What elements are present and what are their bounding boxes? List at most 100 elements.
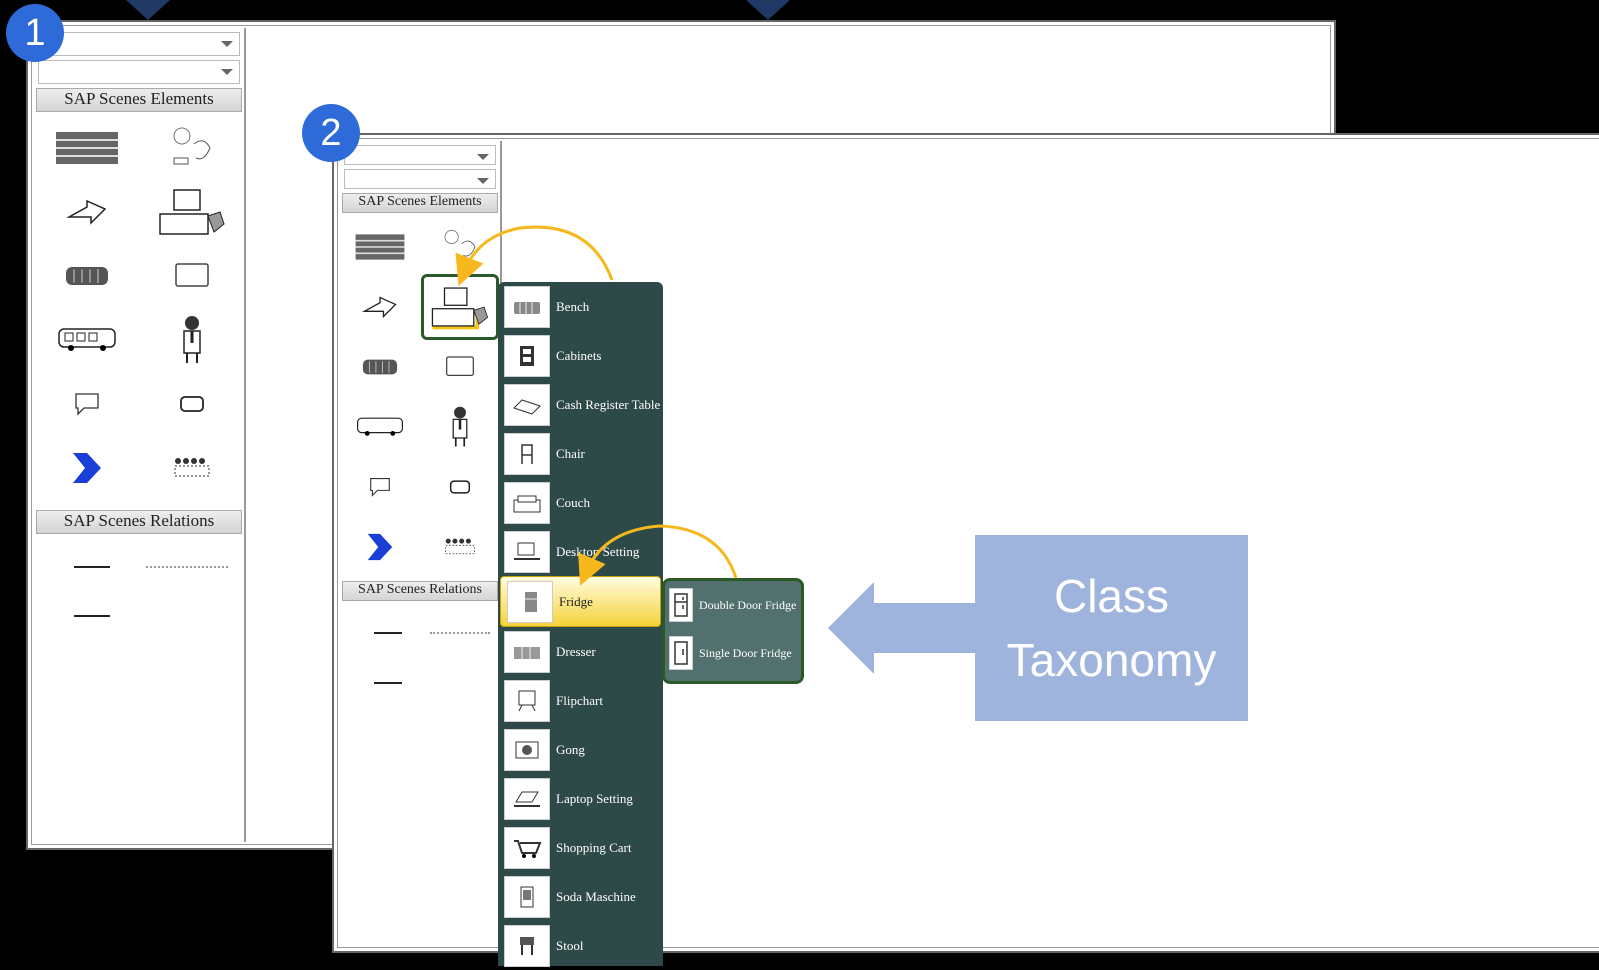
menu-item-soda-maschine[interactable]: Soda Maschine <box>498 872 663 921</box>
screen-icon <box>174 263 209 287</box>
laptop-icon <box>514 791 540 807</box>
menu-item-icon-frame <box>504 875 550 918</box>
relation-row-4[interactable] <box>340 661 500 705</box>
group-element-2[interactable] <box>420 517 500 577</box>
speech-bubble-icon <box>74 393 99 416</box>
dotted-relation-line[interactable] <box>430 632 490 634</box>
bus-element-2[interactable] <box>340 397 420 457</box>
bus-element[interactable] <box>34 308 139 372</box>
menu-item-flipchart[interactable]: Flipchart <box>498 676 663 725</box>
solid-relation-line-2[interactable] <box>374 682 402 684</box>
step-chevron-element[interactable] <box>34 436 139 500</box>
palette-select-2[interactable] <box>38 60 240 84</box>
top-marker-left <box>126 0 170 20</box>
solid-relation-line[interactable] <box>374 632 402 634</box>
relation-row-2[interactable] <box>34 596 244 636</box>
screen-element[interactable] <box>139 244 244 308</box>
menu-item-chair[interactable]: Chair <box>498 429 663 478</box>
solid-relation-line-2[interactable] <box>74 615 110 617</box>
palette-select-1[interactable] <box>38 32 240 56</box>
scene-sketch-element-2[interactable] <box>420 217 500 277</box>
menu-item-icon-frame <box>507 580 553 623</box>
menu-item-couch[interactable]: Couch <box>498 478 663 527</box>
relation-row-3[interactable] <box>340 605 500 661</box>
submenu-item-label: Single Door Fridge <box>699 645 792 660</box>
menu-item-shopping-cart[interactable]: Shopping Cart <box>498 823 663 872</box>
couch-icon <box>513 495 541 512</box>
gong-icon <box>515 741 539 758</box>
palette-sidebar-1: SAP Scenes Elements SAP Scenes Relations <box>34 28 246 842</box>
rounded-box-element-2[interactable] <box>420 457 500 517</box>
solid-relation-line[interactable] <box>74 566 110 568</box>
dotted-relation-line[interactable] <box>146 566 228 568</box>
chevron-right-icon <box>367 533 393 561</box>
menu-item-desktop-setting[interactable]: Desktop Setting <box>498 527 663 576</box>
menu-item-label: Desktop Setting <box>556 543 640 559</box>
desk-element[interactable] <box>139 180 244 244</box>
submenu-item-label: Double Door Fridge <box>699 597 797 612</box>
group-icon <box>174 458 209 477</box>
menu-item-laptop-setting[interactable]: Laptop Setting <box>498 774 663 823</box>
menu-item-bench[interactable]: Bench <box>498 282 663 331</box>
arrow-element[interactable] <box>34 180 139 244</box>
pallet-element[interactable] <box>34 116 139 180</box>
step-badge-2: 2 <box>302 104 360 162</box>
menu-item-gong[interactable]: Gong <box>498 725 663 774</box>
menu-item-dresser[interactable]: Dresser <box>498 627 663 676</box>
double-door-fridge-icon <box>674 593 688 617</box>
relation-row-1[interactable] <box>34 538 244 596</box>
pallet-icon <box>55 132 118 164</box>
menu-item-label: Stool <box>556 937 584 953</box>
menu-item-icon-frame <box>504 826 550 869</box>
person-element-2[interactable] <box>420 397 500 457</box>
relations-section-header-2: SAP Scenes Relations <box>342 581 498 601</box>
flipchart-icon <box>518 690 536 711</box>
pallet-element-2[interactable] <box>340 217 420 277</box>
group-element[interactable] <box>139 436 244 500</box>
menu-item-fridge[interactable]: Fridge <box>500 576 661 627</box>
subclass-submenu: Double Door Fridge Single Door Fridge <box>662 578 804 684</box>
screen-element-2[interactable] <box>420 337 500 397</box>
speech-bubble-element-2[interactable] <box>340 457 420 517</box>
speech-bubble-element[interactable] <box>34 372 139 436</box>
menu-item-label: Laptop Setting <box>556 790 633 806</box>
cabinet-icon <box>520 345 534 366</box>
rounded-box-element[interactable] <box>139 372 244 436</box>
menu-item-label: Shopping Cart <box>556 839 632 855</box>
arrow-element-2[interactable] <box>340 277 420 337</box>
bench-element[interactable] <box>34 244 139 308</box>
menu-item-label: Chair <box>556 445 585 461</box>
desk-icon <box>158 189 225 235</box>
callout-line-2: Taxonomy <box>1006 634 1217 686</box>
callout-line-1: Class <box>1053 569 1170 622</box>
desk-element-selected[interactable] <box>420 274 500 340</box>
cart-icon <box>514 839 542 858</box>
menu-item-icon-frame <box>504 530 550 573</box>
palette-select-4[interactable] <box>344 169 496 189</box>
person-icon <box>452 406 468 447</box>
subclass-label-mid: rdfs:subClassOf <box>668 486 882 519</box>
person-element[interactable] <box>139 308 244 372</box>
bench-icon <box>362 359 398 375</box>
menu-item-label: Soda Maschine <box>556 888 636 904</box>
bench-element-2[interactable] <box>340 337 420 397</box>
submenu-item-single-door-fridge[interactable]: Single Door Fridge <box>665 629 801 677</box>
elements-section-header-2: SAP Scenes Elements <box>342 193 498 213</box>
speech-bubble-icon <box>370 477 390 497</box>
group-icon <box>445 538 475 555</box>
menu-item-icon-frame <box>504 630 550 673</box>
scene-sketch-element[interactable] <box>139 116 244 180</box>
soda-machine-icon <box>520 886 534 907</box>
bus-icon <box>57 328 116 351</box>
selected-desk-frame[interactable] <box>421 274 499 340</box>
menu-item-cabinets[interactable]: Cabinets <box>498 331 663 380</box>
stool-icon <box>520 936 534 955</box>
submenu-item-double-door-fridge[interactable]: Double Door Fridge <box>665 581 801 629</box>
menu-item-stool[interactable]: Stool <box>498 921 663 970</box>
menu-item-cash-register-table[interactable]: Cash Register Table <box>498 380 663 429</box>
palette-select-3[interactable] <box>344 145 496 165</box>
menu-item-label: Gong <box>556 741 585 757</box>
step-chevron-element-2[interactable] <box>340 517 420 577</box>
scene-sketch-icon <box>444 229 476 257</box>
subclass-label-top: rdfs:subClassOf <box>556 192 770 225</box>
